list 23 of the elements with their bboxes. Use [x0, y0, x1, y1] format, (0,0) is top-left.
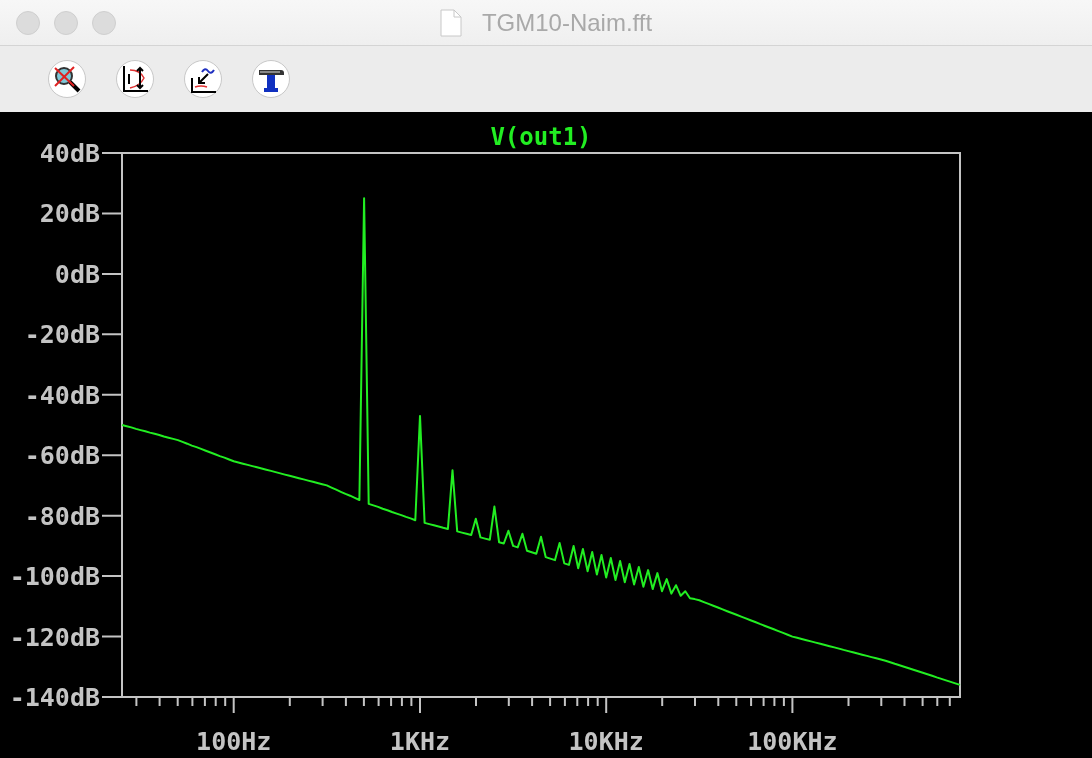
y-tick-label: -120dB	[9, 622, 100, 652]
y-tick-label: -20dB	[24, 320, 100, 350]
x-tick-label: 100KHz	[747, 727, 838, 756]
toolbar-button[interactable]	[252, 60, 290, 98]
x-tick-label: 10KHz	[568, 727, 644, 756]
toolbar-button[interactable]	[184, 60, 222, 98]
magnifier-crossed-icon	[52, 64, 82, 94]
toolbar-button[interactable]	[48, 60, 86, 98]
y-tick-label: -60dB	[24, 441, 100, 471]
trace-name: V(out1)	[490, 123, 592, 151]
x-tick-label: 100Hz	[196, 727, 272, 756]
y-tick-label: 0dB	[54, 259, 100, 289]
y-tick-label: -100dB	[9, 562, 100, 592]
toolbar-button[interactable]	[116, 60, 154, 98]
y-tick-label: -40dB	[24, 380, 100, 410]
document-icon	[439, 8, 462, 37]
y-tick-label: 40dB	[39, 139, 100, 168]
window-title: TGM10-Naim.fft	[481, 8, 653, 37]
y-tick-label: -80dB	[24, 501, 100, 531]
vertical-range-icon	[120, 64, 150, 94]
x-tick-label: 1KHz	[389, 727, 451, 756]
y-tick-label: 20dB	[39, 199, 100, 229]
y-tick-label: -140dB	[9, 683, 100, 712]
